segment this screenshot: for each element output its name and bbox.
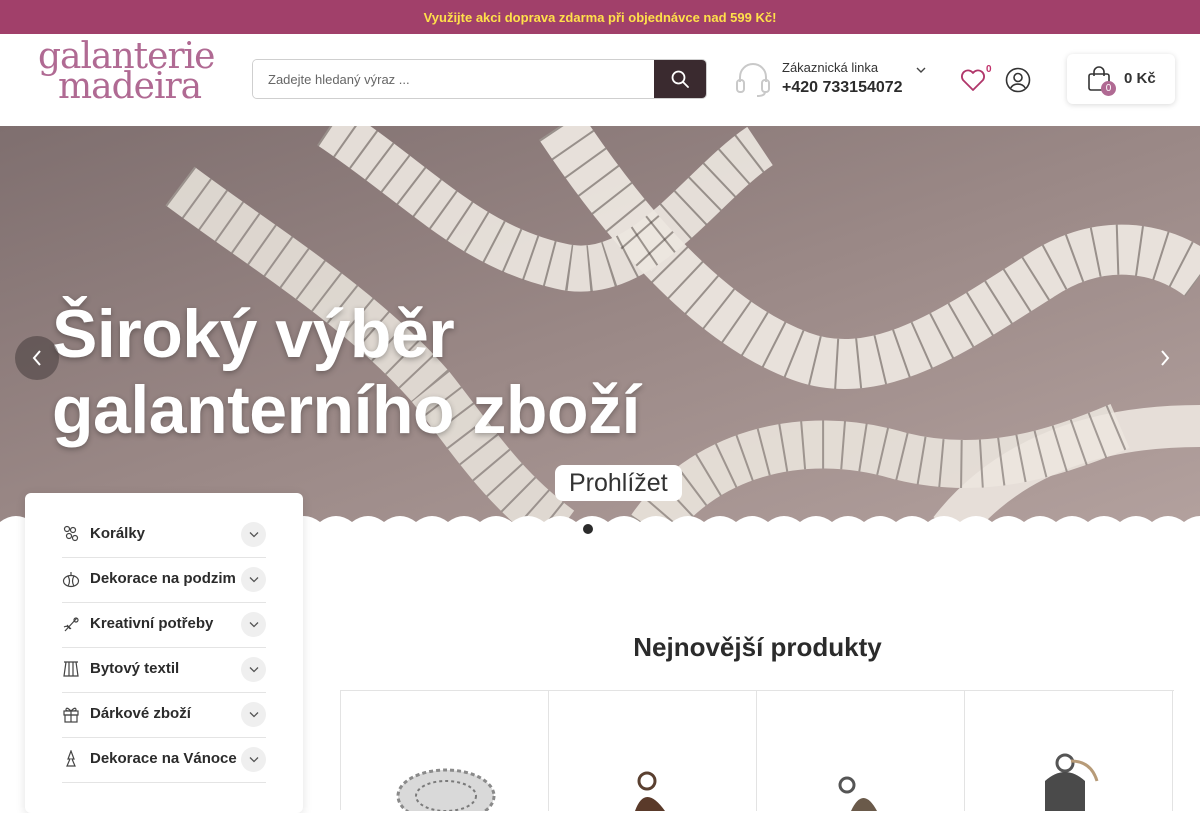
- hero-heading-line-1: Široký výběr: [52, 296, 455, 372]
- category-item-dekorace-na-vanoce[interactable]: Dekorace na Vánoce: [62, 738, 266, 783]
- chevron-down-icon: [249, 712, 258, 718]
- slider-prev-button[interactable]: [15, 336, 59, 380]
- account-button[interactable]: [1005, 67, 1033, 95]
- product-card[interactable]: [757, 691, 965, 811]
- category-item-darkove-zbozi[interactable]: Dárkové zboží: [62, 693, 266, 738]
- hotline-phone[interactable]: +420 733154072: [782, 79, 903, 97]
- search-icon: [671, 70, 689, 88]
- chevron-down-icon: [249, 532, 258, 538]
- category-item-dekorace-na-podzim[interactable]: Dekorace na podzim: [62, 558, 266, 603]
- browse-button[interactable]: Prohlížet: [555, 465, 682, 501]
- category-label: Dekorace na Vánoce: [90, 750, 237, 767]
- slider-dot-1[interactable]: [581, 522, 595, 536]
- category-menu: Korálky Dekorace na podzim Kreativní pot…: [25, 493, 303, 813]
- category-label: Kreativní potřeby: [90, 615, 214, 632]
- hero-slider: Široký výběr galanterního zboží Prohlíže…: [0, 126, 1200, 530]
- expand-button[interactable]: [241, 657, 266, 682]
- category-item-kreativni-potreby[interactable]: Kreativní potřeby: [62, 603, 266, 648]
- cart-count-badge: 0: [1101, 81, 1116, 96]
- chevron-right-icon: [1161, 350, 1170, 366]
- product-grid: [340, 690, 1174, 811]
- chevron-down-icon: [249, 577, 258, 583]
- logo[interactable]: galanterie madeira: [38, 39, 215, 110]
- chevron-down-icon: [249, 622, 258, 628]
- product-image: [1045, 753, 1099, 811]
- search-button[interactable]: [654, 60, 706, 98]
- cart-button[interactable]: 0 0 Kč: [1067, 54, 1175, 104]
- section-title: Nejnovější produkty: [633, 632, 882, 662]
- product-image: [635, 771, 665, 811]
- slider-next-button[interactable]: [1150, 336, 1180, 380]
- expand-button[interactable]: [241, 702, 266, 727]
- chevron-down-icon: [249, 757, 258, 763]
- product-card[interactable]: [965, 691, 1173, 811]
- promo-text: Využijte akci doprava zdarma při objedná…: [423, 9, 777, 25]
- wishlist-count: 0: [986, 64, 992, 75]
- cart-total: 0 Kč: [1124, 70, 1156, 87]
- pumpkin-icon: [62, 572, 80, 588]
- wishlist-button[interactable]: 0: [960, 64, 996, 100]
- chevron-left-icon: [32, 350, 41, 366]
- creative-supplies-icon: [63, 617, 79, 632]
- product-card[interactable]: [549, 691, 757, 811]
- user-icon: [1005, 67, 1031, 93]
- slider-dot-2[interactable]: [604, 522, 618, 536]
- christmas-icon: [66, 750, 76, 767]
- beads-icon: [63, 525, 79, 542]
- logo-line-2: madeira: [58, 66, 202, 107]
- category-label: Dárkové zboží: [90, 705, 191, 722]
- product-image: [396, 768, 496, 811]
- expand-button[interactable]: [241, 522, 266, 547]
- slider-dots: [581, 522, 618, 536]
- expand-button[interactable]: [241, 747, 266, 772]
- search-input[interactable]: [253, 60, 654, 98]
- hotline-label: Zákaznická linka: [782, 60, 879, 75]
- product-image: [838, 776, 877, 811]
- expand-button[interactable]: [241, 567, 266, 592]
- heart-icon: [961, 69, 985, 91]
- customer-hotline[interactable]: Zákaznická linka +420 733154072: [734, 58, 934, 102]
- chevron-down-icon[interactable]: [916, 66, 926, 74]
- category-item-bytovy-textil[interactable]: Bytový textil: [62, 648, 266, 693]
- chevron-down-icon: [249, 667, 258, 673]
- search-bar: [252, 59, 707, 99]
- category-item-koralky[interactable]: Korálky: [62, 513, 266, 558]
- gift-icon: [63, 707, 79, 723]
- headset-icon: [736, 63, 770, 97]
- expand-button[interactable]: [241, 612, 266, 637]
- site-header: galanterie madeira Zákaznická linka +420…: [0, 34, 1200, 126]
- category-label: Bytový textil: [90, 660, 180, 677]
- category-label: Korálky: [90, 525, 146, 542]
- textile-icon: [63, 661, 79, 677]
- product-card[interactable]: [341, 691, 549, 811]
- promo-bar: Využijte akci doprava zdarma při objedná…: [0, 0, 1200, 34]
- category-label: Dekorace na podzim: [90, 570, 236, 587]
- hero-heading-line-2: galanterního zboží: [52, 372, 640, 448]
- hero-heading: Široký výběr galanterního zboží: [52, 296, 812, 448]
